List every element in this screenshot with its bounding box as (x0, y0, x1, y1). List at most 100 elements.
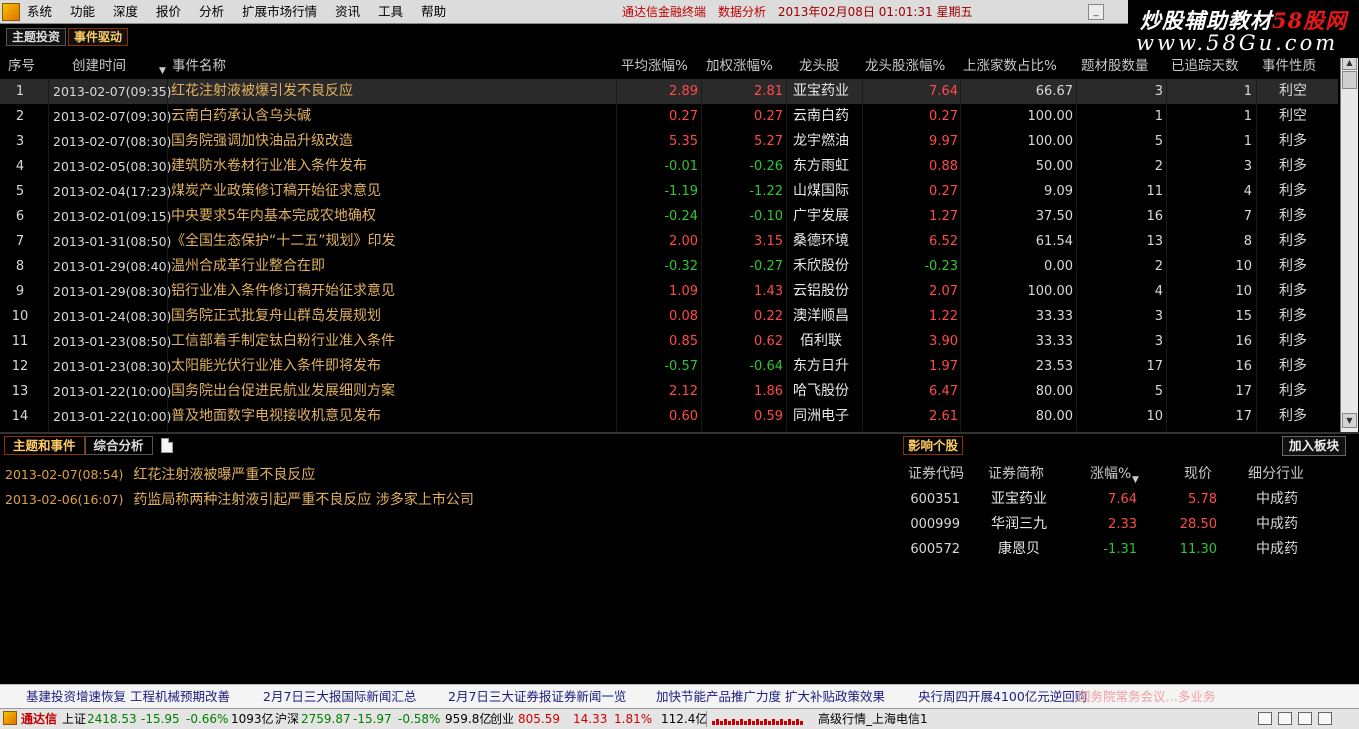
row-avg-chg: -0.32 (664, 259, 698, 274)
row-event-name: 普及地面数字电视接收机意见发布 (171, 408, 381, 424)
row-stock-count: 5 (1154, 384, 1163, 399)
row-avg-chg: 0.85 (669, 334, 698, 349)
menu-item[interactable]: 系统 (27, 0, 52, 24)
table-row[interactable]: 3 2013-02-07(08:30) 国务院强调加快油品升级改造 5.35 5.27 龙… (0, 129, 1338, 154)
signal-icon[interactable] (1318, 712, 1332, 725)
row-avg-chg: -0.01 (664, 159, 698, 174)
mail-icon[interactable] (1258, 712, 1272, 725)
ticker-item[interactable]: 国务院常务会议…多业务 (1078, 685, 1216, 708)
row-leader-stock: 澳洋顺昌 (793, 308, 849, 324)
sz-percent: -0.58% (398, 712, 441, 726)
message-icon[interactable] (1278, 712, 1292, 725)
stock-name: 亚宝药业 (991, 491, 1047, 507)
col-index[interactable]: 序号 (8, 54, 35, 78)
grid-line (1256, 79, 1257, 431)
row-create-time: 2013-02-05(08:30) (53, 159, 172, 174)
table-row[interactable]: 9 2013-01-29(08:30) 铝行业准入条件修订稿开始征求意见 1.09 1.… (0, 279, 1338, 304)
menu-item[interactable]: 功能 (70, 0, 95, 24)
ticker-item[interactable]: 加快节能产品推广力度 扩大补贴政策效果 (656, 685, 885, 708)
col-stock-price[interactable]: 现价 (1184, 463, 1212, 485)
row-create-time: 2013-01-22(10:00) (53, 409, 172, 424)
col-avg-chg[interactable]: 平均涨幅% (621, 54, 688, 78)
panel-divider[interactable] (0, 432, 1359, 434)
cy-label[interactable]: 创业 (490, 709, 514, 729)
server-status[interactable]: 高级行情_上海电信1 (818, 709, 928, 729)
row-event-name: 国务院正式批复舟山群岛发展规划 (171, 308, 381, 324)
scroll-down-icon[interactable]: ▼ (1342, 413, 1357, 428)
minimize-icon[interactable]: _ (1088, 4, 1104, 20)
menu-item[interactable]: 深度 (113, 0, 138, 24)
row-weighted-chg: -1.22 (749, 184, 783, 199)
table-row[interactable]: 6 2013-02-01(09:15) 中央要求5年内基本完成农地确权 -0.24 -0… (0, 204, 1338, 229)
ticker-item[interactable]: 2月7日三大证券报证券新闻一览 (448, 685, 626, 708)
tab-event-driven[interactable]: 事件驱动 (68, 28, 129, 46)
ticker-item[interactable]: 基建投资增速恢复 工程机械预期改善 (26, 685, 230, 708)
menu-item[interactable]: 资讯 (335, 0, 360, 24)
tab-comprehensive-analysis[interactable]: 综合分析 (84, 436, 153, 455)
table-row[interactable]: 2 2013-02-07(09:30) 云南白药承认含乌头碱 0.27 0.27 云南白药… (0, 104, 1338, 129)
tab-themes-events[interactable]: 主题和事件 (4, 436, 85, 455)
menu-item[interactable]: 帮助 (421, 0, 446, 24)
col-weighted-chg[interactable]: 加权涨幅% (706, 54, 773, 78)
scroll-thumb[interactable] (1342, 71, 1357, 89)
tab-affected-stocks[interactable]: 影响个股 (903, 436, 964, 455)
table-row[interactable]: 11 2013-01-23(08:50) 工信部着手制定钛白粉行业准入条件 0.85 0… (0, 329, 1338, 354)
brand-icon (3, 711, 17, 725)
row-tracked-days: 1 (1243, 109, 1252, 124)
table-row[interactable]: 5 2013-02-04(17:23) 煤炭产业政策修订稿开始征求意见 -1.19 -1… (0, 179, 1338, 204)
stock-row[interactable]: 600351 亚宝药业 7.64 5.78 中成药 (900, 487, 1340, 512)
table-row[interactable]: 13 2013-01-22(10:00) 国务院出台促进民航业发展细则方案 2.12 1… (0, 379, 1338, 404)
news-item[interactable]: 2013-02-07(08:54) 红花注射液被曝严重不良反应 (5, 462, 315, 487)
col-stock-code[interactable]: 证券代码 (908, 463, 964, 485)
menu-item[interactable]: 分析 (199, 0, 224, 24)
sh-value: 2418.53 (87, 712, 137, 726)
menu-item[interactable]: 扩展市场行情 (242, 0, 317, 24)
table-row[interactable]: 10 2013-01-24(08:30) 国务院正式批复舟山群岛发展规划 0.08 0.… (0, 304, 1338, 329)
tab-theme-investment[interactable]: 主题投资 (6, 28, 67, 46)
row-event-name: 太阳能光伏行业准入条件即将发布 (171, 358, 381, 374)
col-stock-name[interactable]: 证券简称 (988, 463, 1044, 485)
col-leader[interactable]: 龙头股 (799, 54, 840, 78)
app-logo-icon[interactable] (2, 3, 20, 21)
document-icon[interactable] (160, 438, 173, 453)
sh-label[interactable]: 上证 (62, 709, 86, 729)
stock-row[interactable]: 600572 康恩贝 -1.31 11.30 中成药 (900, 537, 1340, 562)
menu-item[interactable]: 报价 (156, 0, 181, 24)
network-icon[interactable] (1298, 712, 1312, 725)
row-up-ratio: 80.00 (1035, 409, 1073, 424)
sz-label[interactable]: 沪深 (275, 709, 299, 729)
table-row[interactable]: 12 2013-01-23(08:30) 太阳能光伏行业准入条件即将发布 -0.57 -… (0, 354, 1338, 379)
table-row[interactable]: 1 2013-02-07(09:35) 红花注射液被爆引发不良反应 2.89 2.81 亚… (0, 79, 1338, 104)
table-row[interactable]: 4 2013-02-05(08:30) 建筑防水卷材行业准入条件发布 -0.01 -0.… (0, 154, 1338, 179)
row-avg-chg: 0.60 (669, 409, 698, 424)
stock-change: 2.33 (1108, 517, 1137, 532)
table-scrollbar[interactable]: ▲ ▼ (1340, 54, 1358, 432)
sort-desc-icon[interactable]: ▼ (1132, 475, 1139, 485)
ticker-item[interactable]: 2月7日三大报国际新闻汇总 (263, 685, 416, 708)
col-up-ratio[interactable]: 上涨家数占比% (963, 54, 1057, 78)
row-create-time: 2013-02-07(09:35) (53, 84, 172, 99)
add-to-sector-button[interactable]: 加入板块 (1282, 436, 1347, 456)
title-info: 通达信金融终端 数据分析 2013年02月08日 01:01:31 星期五 (622, 0, 972, 24)
col-leader-chg[interactable]: 龙头股涨幅% (865, 54, 945, 78)
volume-bars-icon[interactable] (712, 714, 804, 725)
table-row[interactable]: 7 2013-01-31(08:50) 《全国生态保护“十二五”规划》印发 2.00 3… (0, 229, 1338, 254)
sort-desc-icon[interactable]: ▼ (159, 66, 166, 76)
row-leader-stock: 龙宇燃油 (793, 133, 849, 149)
table-row[interactable]: 8 2013-01-29(08:40) 温州合成革行业整合在即 -0.32 -0.27 禾… (0, 254, 1338, 279)
col-create-time[interactable]: 创建时间 (72, 54, 126, 78)
table-row[interactable]: 14 2013-01-22(10:00) 普及地面数字电视接收机意见发布 0.60 0.… (0, 404, 1338, 429)
status-bar: 通达信 上证 2418.53 -15.95 -0.66% 1093亿 沪深 27… (0, 708, 1359, 729)
col-stock-industry[interactable]: 细分行业 (1248, 463, 1304, 485)
menu-item[interactable]: 工具 (378, 0, 403, 24)
news-title: 药监局称两种注射液引起严重不良反应 涉多家上市公司 (133, 492, 474, 508)
col-stock-chg[interactable]: 涨幅% (1090, 463, 1131, 485)
row-index: 5 (15, 184, 25, 199)
stock-row[interactable]: 000999 华润三九 2.33 28.50 中成药 (900, 512, 1340, 537)
row-tracked-days: 1 (1243, 134, 1252, 149)
stock-name: 华润三九 (991, 516, 1047, 532)
cy-value: 805.59 (518, 712, 560, 726)
news-item[interactable]: 2013-02-06(16:07) 药监局称两种注射液引起严重不良反应 涉多家上市… (5, 487, 474, 512)
col-event-name[interactable]: 事件名称 (172, 54, 226, 78)
ticker-item[interactable]: 央行周四开展4100亿元逆回购 (918, 685, 1087, 708)
